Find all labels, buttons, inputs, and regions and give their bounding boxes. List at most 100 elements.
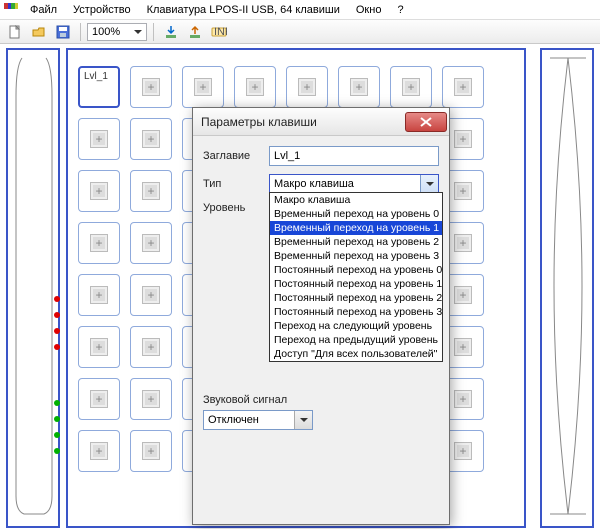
key-cell[interactable]: + — [338, 66, 380, 108]
led-red — [54, 312, 60, 318]
key-cell[interactable]: + — [130, 274, 172, 316]
key-plus: + — [131, 327, 171, 367]
led-red — [54, 328, 60, 334]
key-cell[interactable]: + — [78, 170, 120, 212]
chevron-down-icon[interactable] — [294, 411, 312, 429]
dialog-titlebar[interactable]: Параметры клавиши — [193, 108, 449, 136]
toolbar-open-icon[interactable] — [28, 22, 50, 42]
key-plus: + — [183, 67, 223, 107]
separator — [80, 23, 81, 41]
key-plus: + — [79, 379, 119, 419]
dropdown-option[interactable]: Переход на предыдущий уровень — [270, 333, 442, 347]
svg-text:INFO: INFO — [214, 26, 227, 38]
key-cell[interactable]: + — [78, 118, 120, 160]
key-cell[interactable]: + — [78, 274, 120, 316]
close-button[interactable] — [405, 112, 447, 132]
led-green — [54, 448, 60, 454]
caption-label: Заглавие — [203, 150, 263, 162]
key-plus: + — [391, 67, 431, 107]
dropdown-option[interactable]: Временный переход на уровень 0 — [270, 207, 442, 221]
key-plus: + — [79, 431, 119, 471]
key-cell[interactable]: + — [78, 222, 120, 264]
key-cell[interactable]: + — [78, 326, 120, 368]
dropdown-option[interactable]: Временный переход на уровень 2 — [270, 235, 442, 249]
dropdown-option[interactable]: Постоянный переход на уровень 2 — [270, 291, 442, 305]
plus-icon: + — [246, 78, 264, 96]
dropdown-option[interactable]: Макро клавиша — [270, 193, 442, 207]
type-value: Макро клавиша — [274, 178, 354, 190]
led-green — [54, 416, 60, 422]
level-dropdown-list[interactable]: Макро клавишаВременный переход на уровен… — [269, 192, 443, 362]
zoom-select[interactable]: 100% — [87, 23, 147, 41]
chevron-down-icon[interactable] — [420, 175, 438, 193]
left-side-panel — [6, 48, 60, 528]
plus-icon: + — [142, 234, 160, 252]
plus-icon: + — [454, 78, 472, 96]
toolbar-download-icon[interactable] — [160, 22, 182, 42]
toolbar-new-icon[interactable] — [4, 22, 26, 42]
key-cell[interactable]: + — [130, 222, 172, 264]
key-cell[interactable]: + — [390, 66, 432, 108]
plus-icon: + — [194, 78, 212, 96]
key-cell[interactable]: + — [286, 66, 328, 108]
plus-icon: + — [350, 78, 368, 96]
menu-file[interactable]: Файл — [22, 2, 65, 18]
key-plus: + — [339, 67, 379, 107]
plus-icon: + — [298, 78, 316, 96]
sound-label: Звуковой сигнал — [203, 394, 439, 406]
key-plus: + — [131, 223, 171, 263]
key-label: Lvl_1 — [84, 71, 108, 82]
dropdown-option[interactable]: Постоянный переход на уровень 1 — [270, 277, 442, 291]
plus-icon: + — [90, 442, 108, 460]
key-plus: + — [131, 119, 171, 159]
menu-help[interactable]: ? — [389, 2, 411, 18]
plus-icon: + — [454, 442, 472, 460]
led-green — [54, 432, 60, 438]
key-cell[interactable]: + — [130, 66, 172, 108]
menu-device[interactable]: Устройство — [65, 2, 139, 18]
close-icon — [420, 117, 432, 127]
toolbar-save-icon[interactable] — [52, 22, 74, 42]
menu-keyboard[interactable]: Клавиатура LPOS-II USB, 64 клавиши — [139, 2, 348, 18]
dropdown-option[interactable]: Постоянный переход на уровень 0 — [270, 263, 442, 277]
zoom-value: 100% — [92, 26, 120, 38]
dropdown-option[interactable]: Переход на следующий уровень — [270, 319, 442, 333]
sound-combo[interactable]: Отключен — [203, 410, 313, 430]
dropdown-option[interactable]: Временный переход на уровень 3 — [270, 249, 442, 263]
plus-icon: + — [402, 78, 420, 96]
right-side-panel — [540, 48, 594, 528]
key-cell[interactable]: + — [130, 170, 172, 212]
toolbar-upload-icon[interactable] — [184, 22, 206, 42]
key-cell[interactable]: + — [442, 66, 484, 108]
key-plus: + — [287, 67, 327, 107]
dropdown-option[interactable]: Доступ "Для всех пользователей" — [270, 347, 442, 361]
key-cell[interactable]: + — [130, 430, 172, 472]
toolbar-info-icon[interactable]: INFO — [208, 22, 230, 42]
key-cell[interactable]: + — [130, 118, 172, 160]
plus-icon: + — [142, 442, 160, 460]
key-plus: + — [79, 223, 119, 263]
caption-input[interactable]: Lvl_1 — [269, 146, 439, 166]
plus-icon: + — [90, 338, 108, 356]
plus-icon: + — [90, 234, 108, 252]
key-cell[interactable]: + — [182, 66, 224, 108]
key-cell[interactable]: + — [130, 378, 172, 420]
toolbar: 100% INFO — [0, 20, 600, 44]
plus-icon: + — [142, 338, 160, 356]
level-label: Уровень — [203, 202, 263, 214]
key-plus: + — [131, 431, 171, 471]
menu-window[interactable]: Окно — [348, 2, 390, 18]
dropdown-option[interactable]: Постоянный переход на уровень 3 — [270, 305, 442, 319]
key-plus: + — [235, 67, 275, 107]
key-cell[interactable]: + — [234, 66, 276, 108]
plus-icon: + — [142, 130, 160, 148]
key-cell[interactable]: + — [130, 326, 172, 368]
menubar: Файл Устройство Клавиатура LPOS-II USB, … — [0, 0, 600, 20]
dropdown-option[interactable]: Временный переход на уровень 1 — [270, 221, 442, 235]
key-cell[interactable]: + — [78, 378, 120, 420]
key-cell[interactable]: Lvl_1 — [78, 66, 120, 108]
left-outline — [14, 56, 54, 516]
type-combo[interactable]: Макро клавиша — [269, 174, 439, 194]
key-cell[interactable]: + — [78, 430, 120, 472]
key-params-dialog: Параметры клавиши Заглавие Lvl_1 Тип Мак… — [192, 107, 450, 525]
